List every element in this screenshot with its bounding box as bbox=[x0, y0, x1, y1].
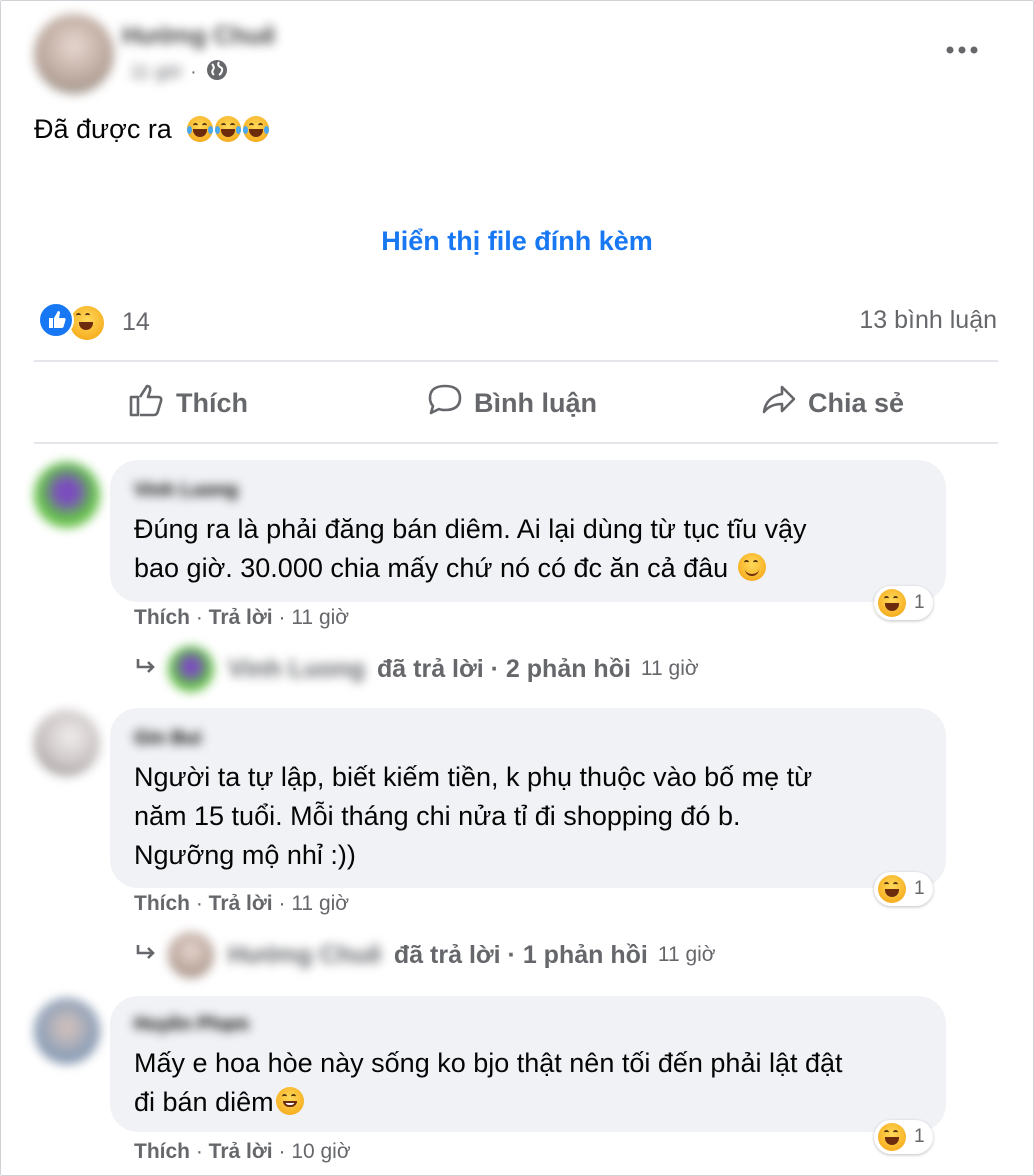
commenter-name[interactable]: Vinh Luong bbox=[134, 480, 238, 502]
grin-emoji-icon bbox=[275, 1087, 304, 1115]
haha-reaction-icon bbox=[878, 875, 906, 903]
comment-reaction-chip[interactable]: 1 bbox=[874, 1120, 933, 1154]
comments-count[interactable]: 13 bình luận bbox=[859, 306, 997, 335]
comment-text: Đúng ra là phải đăng bán diêm. Ai lại dù… bbox=[134, 510, 807, 588]
more-options-icon[interactable] bbox=[944, 40, 980, 65]
comment-text: Mấy e hoa hòe này sống ko bjo thật nên t… bbox=[134, 1044, 843, 1122]
comment-meta: Thích · Trả lời · 10 giờ bbox=[134, 1140, 351, 1163]
rofl-emoji-icon bbox=[243, 116, 270, 142]
post-text: Đã được ra bbox=[34, 114, 270, 145]
replies-time: 11 giờ bbox=[657, 943, 716, 966]
comment-meta: Thích · Trả lời · 11 giờ bbox=[134, 606, 350, 629]
replies-text: đã trả lời · 2 phản hồi bbox=[377, 654, 631, 683]
author-name[interactable]: Hường Chuê bbox=[122, 22, 276, 51]
comment-text-content: đi bán diêm bbox=[134, 1087, 274, 1117]
comment-text-line: bao giờ. 30.000 chia mấy chứ nó có đc ăn… bbox=[134, 549, 807, 588]
comment-text-line: Đúng ra là phải đăng bán diêm. Ai lại dù… bbox=[134, 514, 807, 544]
reaction-summary[interactable]: 14 bbox=[38, 302, 150, 343]
commenter-avatar[interactable] bbox=[34, 462, 100, 528]
like-button[interactable]: Thích bbox=[128, 378, 248, 428]
replier-name: Hường Chuê bbox=[228, 940, 382, 969]
comment-like-link[interactable]: Thích bbox=[134, 606, 190, 629]
rofl-emoji-icon bbox=[215, 116, 242, 142]
thumbs-up-icon bbox=[128, 382, 176, 425]
globe-icon bbox=[205, 58, 229, 87]
comment-like-link[interactable]: Thích bbox=[134, 892, 190, 915]
commenter-name[interactable]: Huyền Phạm bbox=[134, 1014, 249, 1036]
meta-separator: · bbox=[190, 61, 197, 83]
divider-bottom bbox=[34, 442, 998, 444]
comment-reaction-count: 1 bbox=[914, 878, 925, 899]
replies-link[interactable]: Hường Chuê đã trả lời · 1 phản hồi 11 gi… bbox=[134, 932, 716, 978]
comment-text-line: năm 15 tuổi. Mỗi tháng chi nửa tỉ đi sho… bbox=[134, 801, 741, 831]
like-reaction-icon bbox=[38, 302, 74, 343]
comment-reaction-count: 1 bbox=[914, 1126, 925, 1147]
comment-reply-link[interactable]: Trả lời bbox=[209, 892, 273, 915]
share-arrow-icon bbox=[760, 382, 808, 425]
haha-reaction-icon bbox=[878, 589, 906, 617]
comment-time[interactable]: 11 giờ bbox=[291, 606, 349, 629]
comment-text-line: Ngưỡng mộ nhỉ :)) bbox=[134, 840, 356, 870]
replier-avatar bbox=[168, 932, 214, 978]
comment-text-line: đi bán diêm bbox=[134, 1083, 843, 1122]
post-text-content: Đã được ra bbox=[34, 114, 172, 144]
comment-time[interactable]: 11 giờ bbox=[291, 892, 349, 915]
comment-reaction-count: 1 bbox=[914, 592, 925, 613]
comment-text-line: Người ta tự lập, biết kiếm tiền, k phụ t… bbox=[134, 762, 813, 792]
comment-reaction-chip[interactable]: 1 bbox=[874, 586, 933, 620]
rofl-emoji-icon bbox=[187, 116, 214, 142]
comment-reaction-chip[interactable]: 1 bbox=[874, 872, 933, 906]
comment-time[interactable]: 10 giờ bbox=[291, 1140, 350, 1163]
replies-text: đã trả lời · 1 phản hồi bbox=[393, 940, 648, 969]
replier-name: Vinh Luong bbox=[228, 654, 366, 683]
reaction-count: 14 bbox=[122, 308, 150, 336]
comment-reply-link[interactable]: Trả lời bbox=[209, 1140, 273, 1163]
commenter-avatar[interactable] bbox=[34, 710, 100, 776]
haha-reaction-icon bbox=[878, 1123, 906, 1151]
comment-text-line: Mấy e hoa hòe này sống ko bjo thật nên t… bbox=[134, 1048, 843, 1078]
speech-bubble-icon bbox=[426, 382, 474, 425]
author-avatar[interactable] bbox=[34, 14, 114, 94]
replies-link[interactable]: Vinh Luong đã trả lời · 2 phản hồi 11 gi… bbox=[134, 646, 699, 692]
divider-top bbox=[34, 360, 998, 362]
reply-arrow-icon bbox=[134, 655, 160, 684]
post-time[interactable]: 11 giờ bbox=[130, 62, 182, 84]
comment-button[interactable]: Bình luận bbox=[426, 378, 597, 428]
commenter-avatar[interactable] bbox=[34, 998, 100, 1064]
comment-text: Người ta tự lập, biết kiếm tiền, k phụ t… bbox=[134, 758, 812, 875]
comment-text-content: bao giờ. 30.000 chia mấy chứ nó có đc ăn… bbox=[134, 553, 729, 583]
commenter-name[interactable]: Gin Bui bbox=[134, 728, 202, 750]
comment-meta: Thích · Trả lời · 11 giờ bbox=[134, 892, 350, 915]
smile-emoji-icon bbox=[737, 553, 766, 581]
reply-arrow-icon bbox=[134, 941, 160, 970]
comment-reply-link[interactable]: Trả lời bbox=[209, 606, 273, 629]
show-attachment-link[interactable]: Hiển thị file đính kèm bbox=[0, 226, 1034, 257]
comment-label: Bình luận bbox=[474, 387, 597, 418]
share-label: Chia sẻ bbox=[808, 387, 905, 418]
like-label: Thích bbox=[176, 387, 248, 418]
replies-time: 11 giờ bbox=[640, 657, 699, 680]
replier-avatar bbox=[168, 646, 214, 692]
share-button[interactable]: Chia sẻ bbox=[760, 378, 904, 428]
comment-like-link[interactable]: Thích bbox=[134, 1140, 190, 1163]
post-meta: 11 giờ · bbox=[130, 58, 229, 87]
